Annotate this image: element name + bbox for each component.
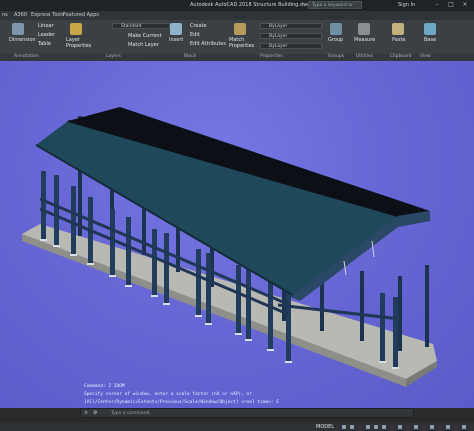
isolate-icon[interactable] [430,425,434,429]
ortho-icon[interactable] [366,425,370,429]
command-history-3: [All/Center/Dynamic/Extents/Previous/Sca… [84,400,280,405]
panel-clipboard[interactable]: Clipboard [390,54,412,59]
structure-model [22,107,437,387]
panel-annotation[interactable]: Annotation [14,54,39,59]
annotation-scale-icon[interactable] [398,425,402,429]
match-layer-button[interactable]: Match Layer [128,42,159,48]
workspace-icon[interactable] [414,425,418,429]
edit-attributes-button[interactable]: Edit Attributes [190,41,226,47]
match-properties-button[interactable]: Match Properties [229,37,254,49]
maximize-icon[interactable]: □ [446,1,456,9]
tab-express-tools[interactable]: Express Tools [31,12,64,18]
panel-groups[interactable]: Groups [328,54,344,59]
paste-button[interactable]: Paste [392,37,406,43]
leader-button[interactable]: Leader [38,32,55,38]
layer-properties-icon[interactable] [70,23,82,35]
panel-block[interactable]: Block [184,54,196,59]
close-icon[interactable]: × [460,1,470,9]
table-button[interactable]: Table [38,41,51,47]
title-bar: Autodesk AutoCAD 2018 Structure Building… [0,0,474,16]
window-title: Autodesk AutoCAD 2018 Structure Building… [190,2,311,8]
command-history-1: Command: Z ZOOM [84,384,125,389]
ribbon-panel-labels: Annotation Layers Block Properties Group… [0,54,474,61]
ribbon-tabs: ns A360 Express Tools Featured Apps [0,11,474,20]
paste-icon[interactable] [392,23,404,35]
edit-button[interactable]: Edit [190,32,200,38]
layer-properties-button[interactable]: Layer Properties [66,37,91,49]
tab-a360[interactable]: A360 [14,12,27,18]
panel-utilities[interactable]: Utilities [356,54,373,59]
command-history-2: Specify corner of window, enter a scale … [84,392,252,397]
base-view-icon[interactable] [424,23,436,35]
measure-button[interactable]: Measure [354,37,375,43]
base-button[interactable]: Base [424,37,436,43]
ribbon: Dimension Linear Leader Table Layer Prop… [0,20,474,62]
layer-dropdown[interactable]: Standard [112,23,170,29]
panel-properties[interactable]: Properties [260,54,283,59]
polar-icon[interactable] [374,425,378,429]
dimension-icon[interactable] [12,23,24,35]
linear-button[interactable]: Linear [38,23,54,29]
sign-in-button[interactable]: Sign In [398,2,415,8]
grid-icon[interactable] [342,425,346,429]
group-icon[interactable] [330,23,342,35]
fullscreen-icon[interactable] [446,425,450,429]
minimize-icon[interactable]: – [432,1,442,9]
customization-icon[interactable] [462,425,466,429]
osnap-icon[interactable] [382,425,386,429]
color-dropdown[interactable]: ByLayer [260,23,322,29]
insert-button[interactable]: Insert [169,37,183,43]
measure-icon[interactable] [358,23,370,35]
snap-icon[interactable] [350,425,354,429]
command-window: Command: Z ZOOM Specify corner of window… [80,380,414,421]
customize-icon[interactable]: ⚙ [93,410,97,416]
create-button[interactable]: Create [190,23,207,29]
match-properties-icon[interactable] [234,23,246,35]
status-bar: MODEL [0,423,474,431]
tab-view[interactable]: ns [2,12,8,18]
lineweight-dropdown[interactable]: ByLayer [260,43,322,49]
dimension-button[interactable]: Dimension [9,37,36,43]
command-line-input[interactable]: × ⚙ Type a command [80,408,414,418]
tab-featured-apps[interactable]: Featured Apps [63,12,99,18]
model-space-button[interactable]: MODEL [316,424,334,430]
command-placeholder: Type a command [111,411,150,416]
panel-view[interactable]: View [420,54,431,59]
search-input[interactable]: Type a keyword or phrase [308,1,362,16]
panel-layers[interactable]: Layers [106,54,121,59]
insert-icon[interactable] [170,23,182,35]
make-current-button[interactable]: Make Current [128,33,162,39]
group-button[interactable]: Group [328,37,343,43]
linetype-dropdown[interactable]: ByLayer [260,33,322,39]
close-icon[interactable]: × [84,410,88,416]
drawing-viewport[interactable] [0,61,474,408]
